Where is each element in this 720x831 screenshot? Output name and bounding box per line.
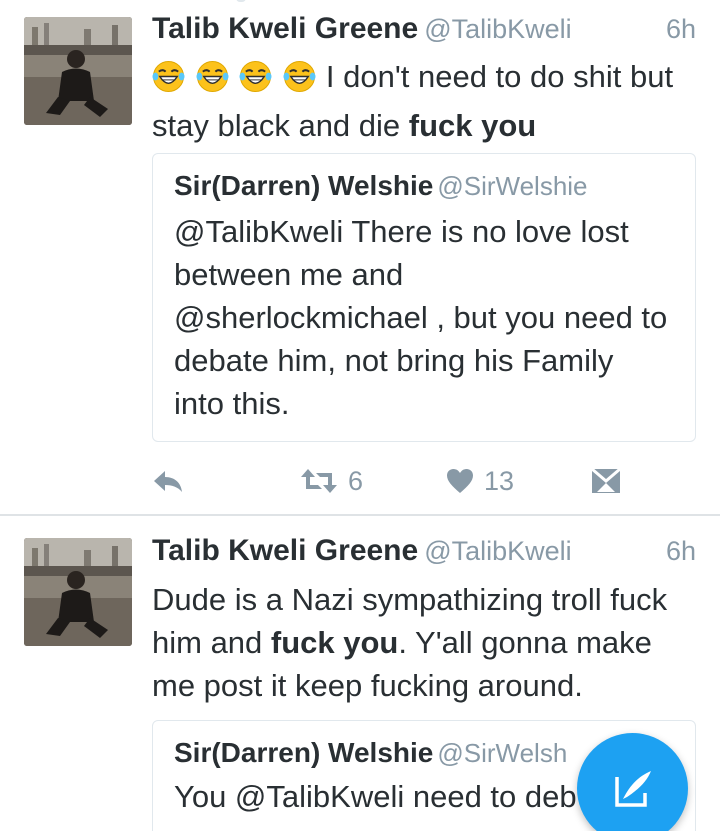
heart-icon [447, 469, 473, 493]
reply-icon [154, 471, 182, 492]
author-handle[interactable]: @TalibKweli [424, 536, 571, 566]
avatar[interactable] [24, 538, 132, 646]
tweet-text-line: . Y'all gonna make [398, 625, 652, 660]
like-button[interactable]: 13 [446, 464, 514, 498]
direct-message-button[interactable] [590, 464, 622, 498]
author-name[interactable]: Talib Kweli Greene [152, 12, 418, 45]
author-name[interactable]: Talib Kweli Greene [152, 534, 418, 567]
reply-button[interactable] [152, 464, 184, 498]
quoted-text-line: into this. [174, 386, 290, 421]
retweet-icon [301, 469, 337, 493]
direct-message-icon [591, 467, 621, 493]
timestamp: 6h [665, 14, 696, 44]
tweet-text-bold: fuck you [408, 108, 537, 143]
tweet-text-line: Dude is a Nazi sympathizing troll fuck [152, 582, 668, 617]
face-with-tears-of-joy-icon [239, 60, 272, 93]
tweet-actions: 6 13 [0, 458, 720, 502]
tweet-text: Dude is a Nazi sympathizing troll fuck h… [152, 578, 700, 707]
quoted-text-line: debate him, not bring his Family [174, 343, 614, 378]
retweet-button[interactable]: 6 [300, 464, 363, 498]
quoted-author-handle: @SirWelsh [437, 738, 568, 768]
tweet[interactable]: Talib Kweli Greene @TalibKweli 6h I don't… [0, 0, 720, 515]
compose-tweet-icon [614, 770, 651, 807]
quoted-author-name: Sir(Darren) Welshie [174, 737, 434, 768]
emoji-group [152, 60, 318, 104]
tweet-header: Talib Kweli Greene @TalibKweli 6h [152, 12, 696, 52]
quoted-author-name: Sir(Darren) Welshie [174, 170, 434, 201]
timestamp: 6h [665, 536, 696, 566]
tweet-text: I don't need to do shit but stay black a… [152, 55, 700, 147]
quoted-text-line: @TalibKweli There is no love lost [174, 214, 629, 249]
face-with-tears-of-joy-icon [283, 60, 316, 93]
quoted-author-handle: @SirWelshie [437, 171, 588, 201]
tweet-text-line: stay black and die [152, 108, 409, 143]
quoted-tweet-header: Sir(Darren) Welshie @SirWelsh [174, 737, 567, 769]
quoted-tweet-text: @TalibKweli There is no love lost betwee… [174, 210, 679, 425]
avatar[interactable] [24, 17, 132, 125]
tweet-text-bold: fuck you [270, 625, 399, 660]
face-with-tears-of-joy-icon [196, 60, 229, 93]
quoted-tweet[interactable]: Sir(Darren) Welshie @SirWelshie @TalibKwe… [152, 153, 696, 442]
quoted-text-line: @sherlockmichael , but you need to [174, 300, 668, 335]
tweet-text-line: I don't need to do shit but [325, 59, 674, 94]
retweet-count: 6 [348, 465, 364, 496]
tweet-text-line: me post it keep fucking around. [152, 668, 583, 703]
face-with-tears-of-joy-icon [152, 60, 185, 93]
author-handle[interactable]: @TalibKweli [424, 14, 571, 44]
quoted-text-line: between me and [174, 257, 404, 292]
like-count: 13 [484, 465, 515, 496]
tweet-header: Talib Kweli Greene @TalibKweli 6h [152, 534, 696, 574]
tweet-text-line: him and [152, 625, 271, 660]
quoted-tweet-header: Sir(Darren) Welshie @SirWelshie [174, 170, 588, 202]
